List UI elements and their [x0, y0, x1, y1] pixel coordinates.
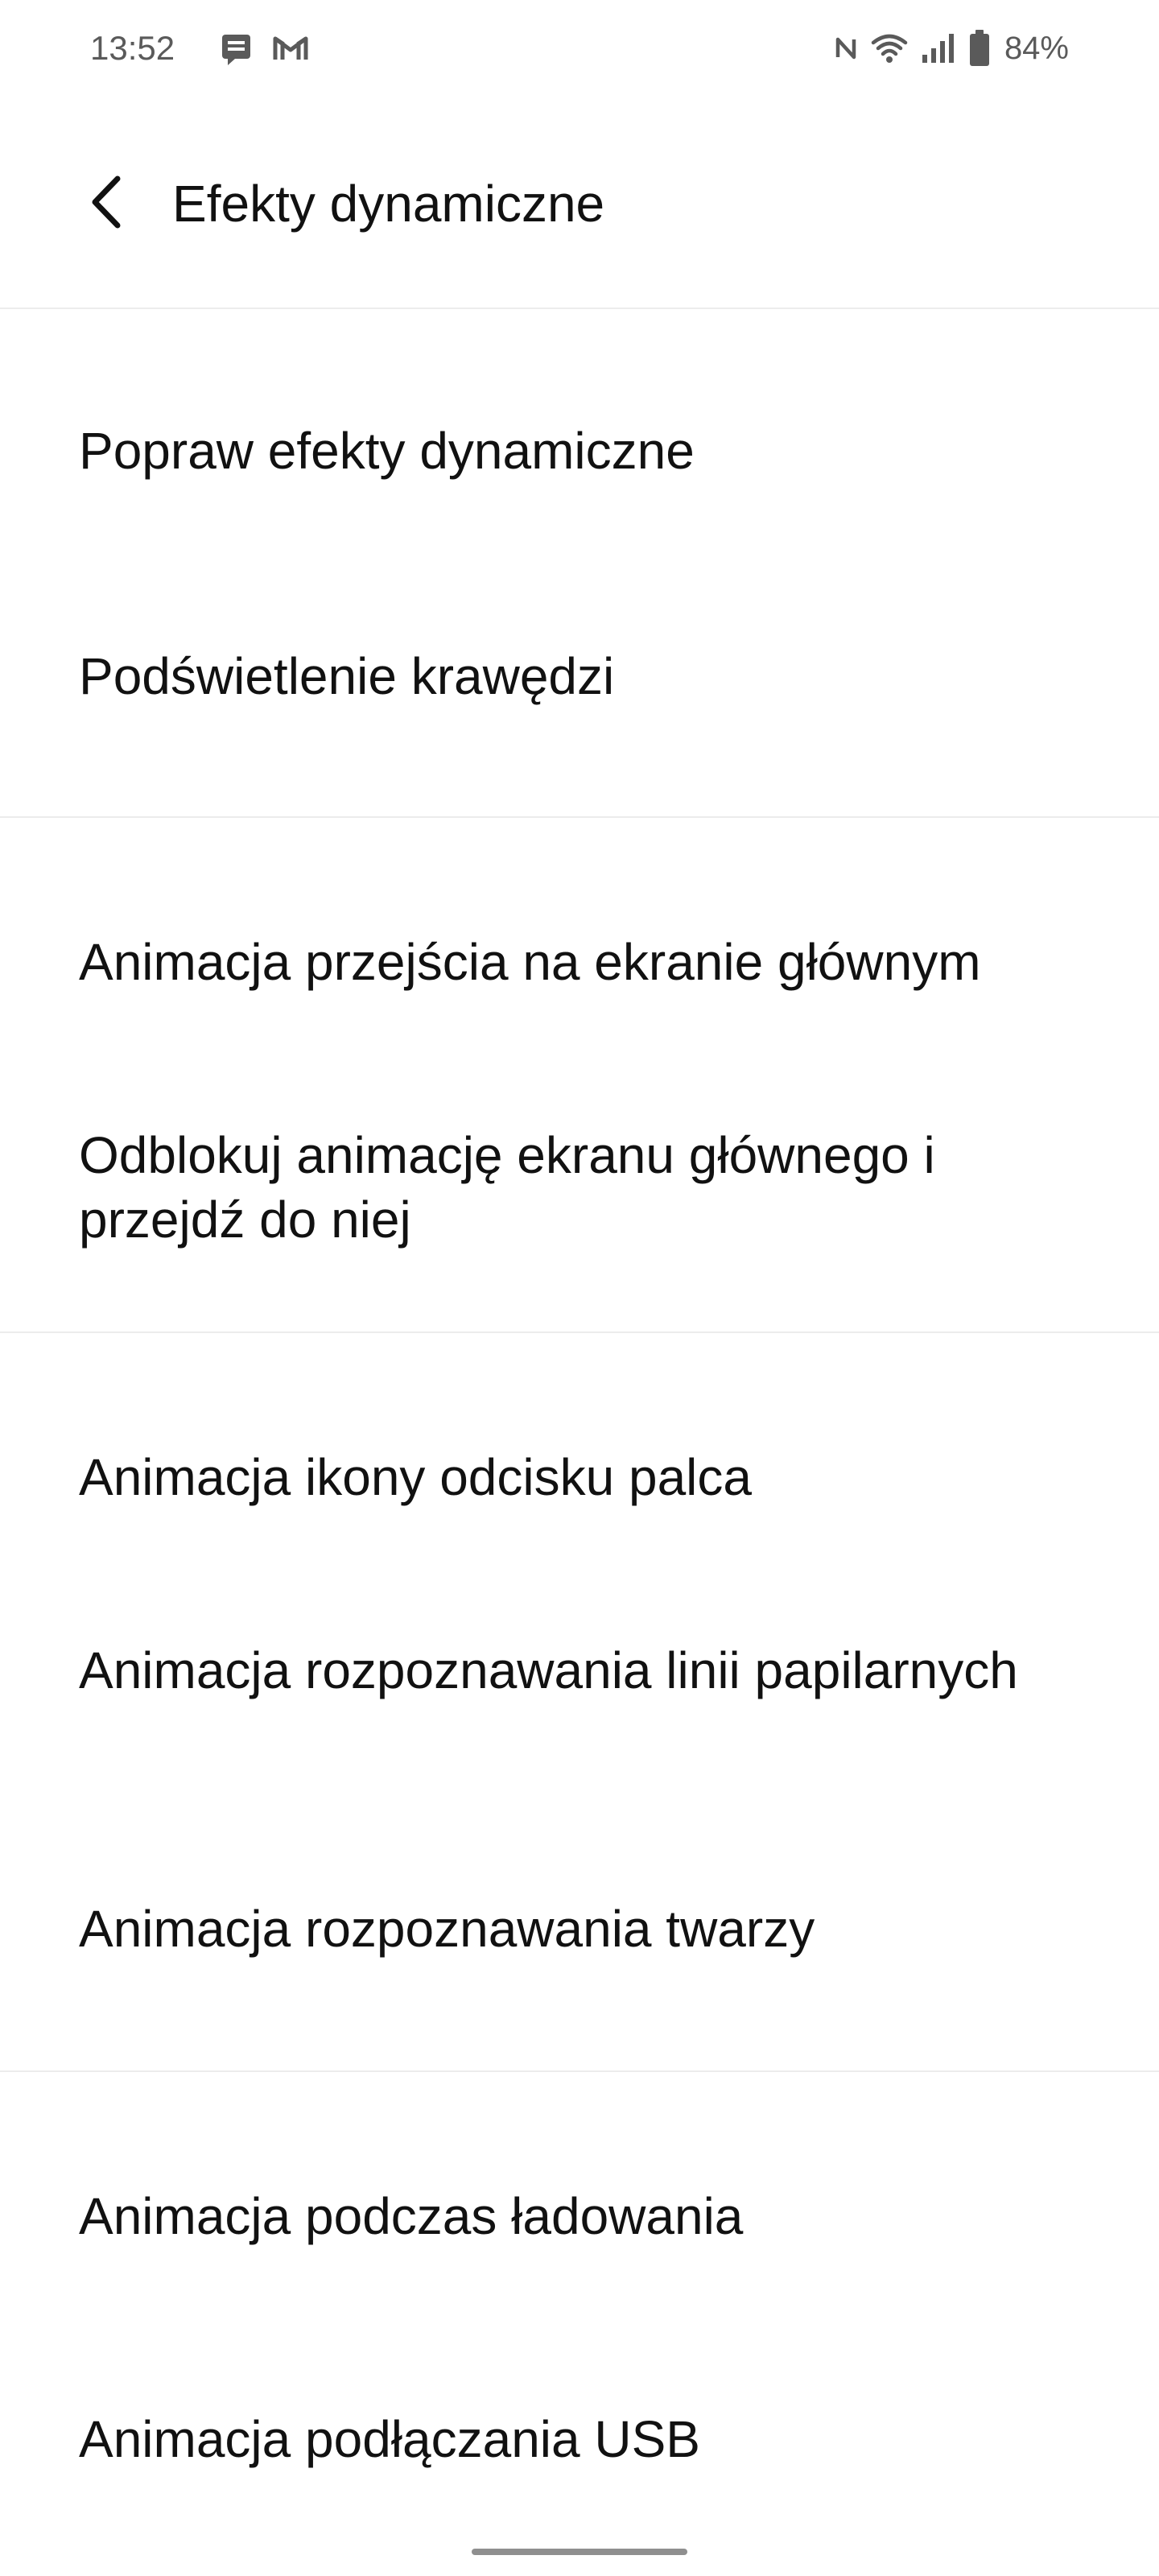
list-item-charging-animation[interactable]: Animacja podczas ładowania [0, 2152, 1159, 2281]
list-item-label: Animacja rozpoznawania twarzy [79, 1900, 815, 1958]
chevron-left-icon [92, 175, 121, 229]
list-item-improve-dynamic-effects[interactable]: Popraw efekty dynamiczne [0, 386, 1159, 515]
back-button[interactable] [74, 166, 138, 238]
gesture-navigation-bar[interactable] [472, 2549, 687, 2555]
list-item-label: Animacja ikony odcisku palca [79, 1448, 752, 1506]
list-item-label: Animacja przejścia na ekranie głównym [79, 933, 981, 991]
list-item-edge-lighting[interactable]: Podświetlenie krawędzi [0, 612, 1159, 741]
status-bar: 13:52 84% [0, 0, 1159, 97]
wifi-icon [871, 32, 908, 64]
page-title: Efekty dynamiczne [172, 175, 605, 233]
status-right-group: 84% [834, 27, 1069, 69]
list-item-label: Popraw efekty dynamiczne [79, 422, 695, 480]
list-item-label: Animacja podczas ładowania [79, 2187, 744, 2245]
list-item-unlock-home-animation[interactable]: Odblokuj animację ekranu głównego i prze… [0, 1091, 1159, 1284]
nfc-icon [834, 31, 858, 65]
message-icon [221, 31, 253, 66]
header-divider [0, 308, 1159, 309]
list-item-label: Odblokuj animację ekranu głównego i prze… [79, 1126, 935, 1249]
section-divider [0, 816, 1159, 818]
status-time: 13:52 [90, 29, 175, 67]
list-item-fingerprint-recognition-animation[interactable]: Animacja rozpoznawania linii papilarnych [0, 1606, 1159, 1799]
list-item-usb-connection-animation[interactable]: Animacja podłączania USB [0, 2375, 1159, 2504]
section-divider [0, 2070, 1159, 2072]
list-item-face-recognition-animation[interactable]: Animacja rozpoznawania twarzy [0, 1864, 1159, 1993]
section-divider [0, 1331, 1159, 1333]
list-item-label: Animacja rozpoznawania linii papilarnych [79, 1641, 1018, 1699]
battery-icon [969, 30, 990, 67]
signal-icon [921, 32, 956, 64]
list-item-fingerprint-icon-animation[interactable]: Animacja ikony odcisku palca [0, 1413, 1159, 1542]
list-item-label: Podświetlenie krawędzi [79, 647, 615, 705]
app-bar: Efekty dynamiczne [0, 129, 1159, 279]
battery-percentage: 84% [1004, 31, 1069, 66]
gmail-icon [272, 31, 309, 66]
list-item-home-transition-animation[interactable]: Animacja przejścia na ekranie głównym [0, 898, 1159, 1026]
list-item-label: Animacja podłączania USB [79, 2410, 700, 2468]
